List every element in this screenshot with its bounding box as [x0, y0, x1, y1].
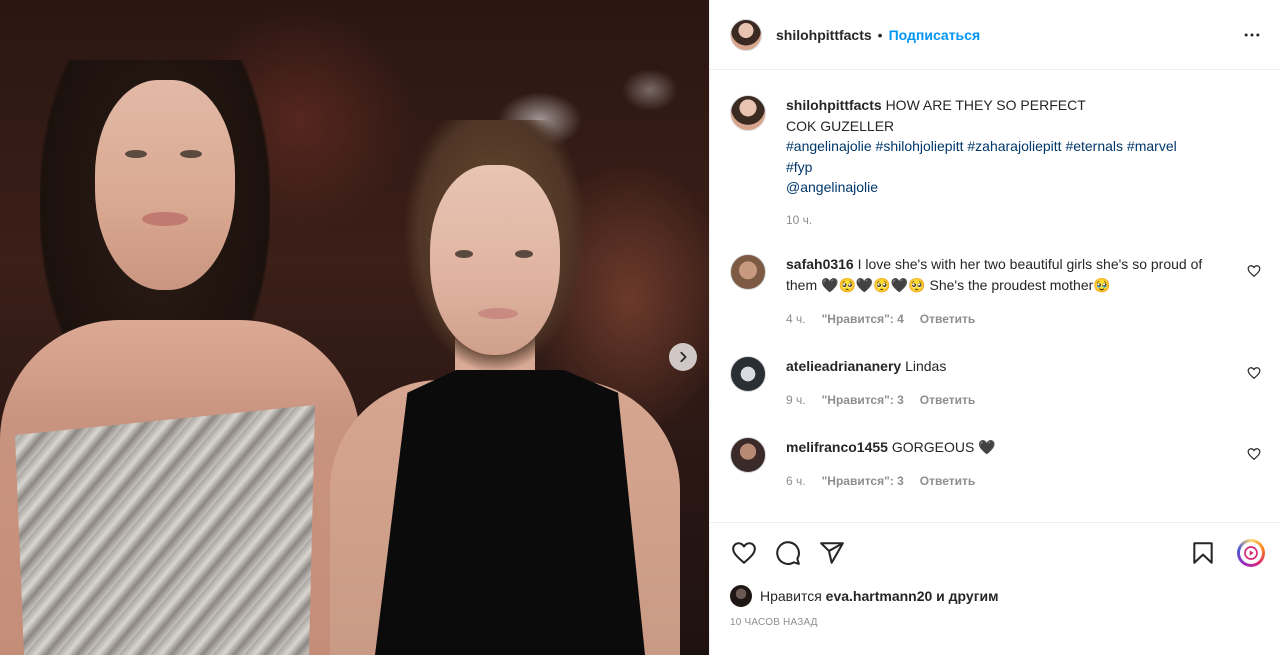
comment-icon — [776, 541, 800, 565]
action-bar — [730, 537, 1265, 569]
liker-avatar[interactable] — [730, 585, 752, 607]
post-side-panel: shilohpittfacts • Подписаться shilohpitt… — [709, 0, 1280, 655]
caption-timestamp[interactable]: 10 ч. — [786, 210, 1177, 231]
photo-detail — [478, 308, 518, 319]
post-actions: Нравится eva.hartmann20 и другим 10 ЧАСО… — [710, 522, 1280, 628]
reply-button[interactable]: Ответить — [920, 309, 975, 330]
like-button[interactable] — [730, 539, 758, 567]
post-photo[interactable] — [0, 0, 709, 655]
comment-item: safah0316 I love she's with her two beau… — [730, 254, 1265, 330]
commenter-username[interactable]: safah0316 — [786, 256, 854, 272]
caption-line1: HOW ARE THEY SO PERFECT — [885, 97, 1086, 113]
hashtag-link[interactable]: #marvel — [1127, 138, 1177, 154]
caption-username[interactable]: shilohpittfacts — [786, 97, 882, 113]
comments-section[interactable]: shilohpittfacts HOW ARE THEY SO PERFECT … — [710, 71, 1280, 521]
hashtag-link[interactable]: #fyp — [786, 159, 812, 175]
comment-time[interactable]: 9 ч. — [786, 390, 806, 411]
comment-time[interactable]: 6 ч. — [786, 471, 806, 492]
comment-text: GORGEOUS 🖤 — [891, 438, 996, 455]
heart-icon — [732, 542, 756, 564]
hashtag-link[interactable]: #shilohjoliepitt — [876, 138, 964, 154]
more-icon — [1244, 33, 1260, 36]
commenter-avatar[interactable] — [730, 355, 766, 392]
instagram-post-view: shilohpittfacts • Подписаться shilohpitt… — [0, 0, 1280, 655]
save-button[interactable] — [1189, 539, 1217, 567]
commenter-username[interactable]: atelieadriananery — [786, 358, 901, 374]
author-avatar[interactable] — [730, 18, 762, 51]
share-button[interactable] — [818, 539, 846, 567]
photo-detail — [125, 150, 147, 158]
comment-item: melifranco1455 GORGEOUS 🖤 6 ч. "Нравится… — [730, 436, 1265, 492]
hashtag-link[interactable]: #eternals — [1065, 138, 1123, 154]
mention-link[interactable]: @angelinajolie — [786, 179, 878, 195]
likes-others-link[interactable]: и другим — [936, 588, 998, 604]
post-header: shilohpittfacts • Подписаться — [710, 0, 1280, 70]
reply-button[interactable]: Ответить — [920, 390, 975, 411]
author-username[interactable]: shilohpittfacts — [776, 27, 872, 43]
follow-button[interactable]: Подписаться — [889, 27, 981, 43]
comment-item: atelieadriananery Lindas 9 ч. "Нравится"… — [730, 355, 1265, 411]
comment-text: Lindas — [905, 357, 947, 374]
reel-button[interactable] — [1237, 539, 1265, 567]
reply-button[interactable]: Ответить — [920, 471, 975, 492]
comment-time[interactable]: 4 ч. — [786, 309, 806, 330]
caption-author-avatar[interactable] — [730, 95, 766, 131]
photo-detail — [142, 212, 188, 226]
next-photo-button[interactable] — [669, 343, 697, 371]
commenter-avatar[interactable] — [730, 254, 766, 290]
heart-icon[interactable] — [1247, 447, 1261, 461]
hashtag-link[interactable]: #zaharajoliepitt — [967, 138, 1061, 154]
likes-prefix: Нравится — [760, 588, 822, 604]
share-icon — [820, 542, 844, 564]
post-caption: shilohpittfacts HOW ARE THEY SO PERFECT … — [730, 95, 1265, 230]
photo-detail — [180, 150, 202, 158]
separator-dot: • — [877, 26, 883, 43]
more-options-button[interactable] — [1240, 23, 1264, 47]
heart-icon[interactable] — [1247, 264, 1261, 278]
photo-detail — [455, 250, 473, 258]
photo-figure-left-dress — [15, 405, 315, 655]
bookmark-icon — [1193, 542, 1213, 564]
chevron-right-icon — [680, 351, 687, 363]
caption-line2: COK GUZELLER — [786, 117, 895, 134]
comment-likes[interactable]: "Нравится": 3 — [822, 471, 904, 492]
heart-icon[interactable] — [1247, 366, 1261, 380]
photo-detail — [515, 250, 533, 258]
comment-likes[interactable]: "Нравится": 3 — [822, 390, 904, 411]
caption-hashtags-line1: #angelinajolie #shilohjoliepitt #zaharaj… — [786, 136, 1177, 157]
comment-likes[interactable]: "Нравится": 4 — [822, 309, 904, 330]
caption-hashtags-line2: #fyp — [786, 157, 1177, 178]
hashtag-link[interactable]: #angelinajolie — [786, 138, 872, 154]
likes-summary: Нравится eva.hartmann20 и другим — [730, 585, 1265, 607]
post-timestamp[interactable]: 10 ЧАСОВ НАЗАД — [730, 617, 1265, 628]
commenter-avatar[interactable] — [730, 436, 766, 473]
photo-figure-left-face — [95, 80, 235, 290]
reel-icon — [1244, 546, 1258, 560]
photo-figure-right-dress — [375, 370, 645, 655]
photo-figure-right-face — [430, 165, 560, 355]
liker-username[interactable]: eva.hartmann20 — [826, 588, 933, 604]
comment-button[interactable] — [774, 539, 802, 567]
commenter-username[interactable]: melifranco1455 — [786, 439, 888, 455]
